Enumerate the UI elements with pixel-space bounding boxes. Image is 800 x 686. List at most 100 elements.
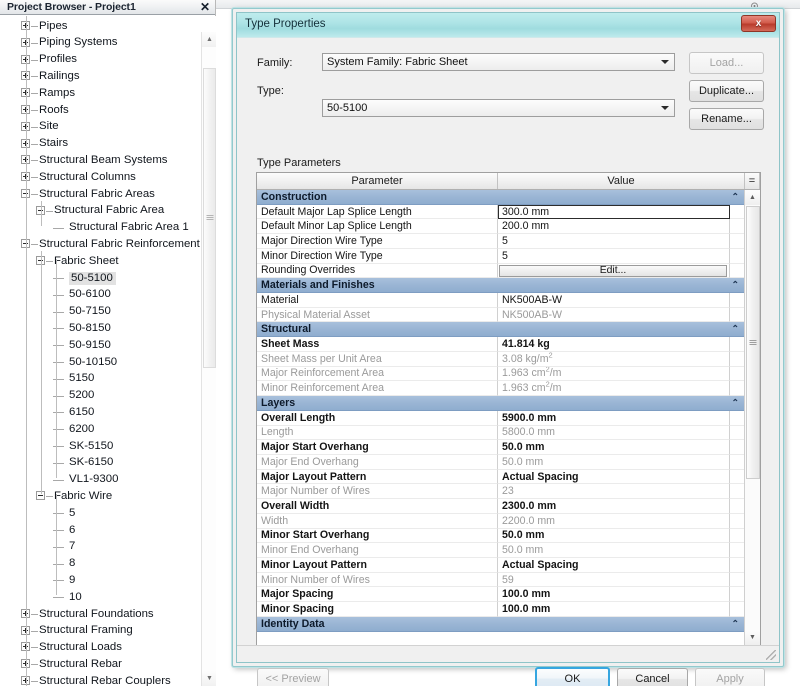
grid-row[interactable]: Overall Width2300.0 mm bbox=[257, 499, 745, 514]
grid-cell-lock[interactable] bbox=[730, 411, 745, 426]
grid-row[interactable]: Major End Overhang50.0 mm bbox=[257, 455, 745, 470]
tree-item[interactable]: Structural Fabric Areas bbox=[0, 186, 200, 203]
close-button[interactable]: x bbox=[741, 15, 776, 32]
tree-item[interactable]: Ramps bbox=[0, 85, 200, 102]
grid-cell-lock[interactable] bbox=[730, 484, 745, 499]
grid-section-header[interactable]: Structural⌃ bbox=[257, 322, 745, 337]
tree-item[interactable]: 7 bbox=[0, 539, 200, 556]
grid-section-header[interactable]: Construction⌃ bbox=[257, 190, 745, 205]
family-combobox[interactable]: System Family: Fabric Sheet bbox=[322, 53, 675, 71]
grid-cell-value[interactable]: 23 bbox=[498, 484, 730, 499]
scroll-up-icon[interactable]: ▲ bbox=[745, 190, 760, 205]
column-header-parameter[interactable]: Parameter bbox=[257, 173, 498, 189]
grid-cell-lock[interactable] bbox=[730, 440, 745, 455]
grid-cell-value[interactable]: 300.0 mm bbox=[498, 205, 730, 220]
grid-row[interactable]: Rounding OverridesEdit... bbox=[257, 264, 745, 279]
tree-item[interactable]: 6 bbox=[0, 522, 200, 539]
grid-cell-lock[interactable] bbox=[730, 234, 745, 249]
grid-row[interactable]: Overall Length5900.0 mm bbox=[257, 411, 745, 426]
grid-cell-lock[interactable] bbox=[730, 455, 745, 470]
grid-cell-lock[interactable] bbox=[730, 558, 745, 573]
tree-item[interactable]: 8 bbox=[0, 556, 200, 573]
tree-item[interactable]: Fabric Sheet bbox=[0, 253, 200, 270]
grid-row[interactable]: Minor Spacing100.0 mm bbox=[257, 602, 745, 617]
tree-item[interactable]: Structural Fabric Area bbox=[0, 203, 200, 220]
tree-item[interactable]: Structural Foundations bbox=[0, 606, 200, 623]
grid-cell-value[interactable]: 5900.0 mm bbox=[498, 411, 730, 426]
tree-item[interactable]: 9 bbox=[0, 572, 200, 589]
grid-row[interactable]: Minor End Overhang50.0 mm bbox=[257, 543, 745, 558]
grid-cell-lock[interactable] bbox=[730, 587, 745, 602]
grid-scrollbar[interactable]: ▲ ▼ bbox=[744, 190, 760, 645]
tree-item[interactable]: Stairs bbox=[0, 136, 200, 153]
grid-cell-value[interactable]: 100.0 mm bbox=[498, 602, 730, 617]
grid-cell-lock[interactable] bbox=[730, 293, 745, 308]
cancel-button[interactable]: Cancel bbox=[617, 668, 688, 686]
chevron-up-icon[interactable]: ⌃ bbox=[731, 281, 739, 290]
grid-row[interactable]: Default Minor Lap Splice Length200.0 mm bbox=[257, 219, 745, 234]
grid-cell-value[interactable]: 50.0 mm bbox=[498, 455, 730, 470]
grid-cell-value[interactable]: NK500AB-W bbox=[498, 308, 730, 323]
grid-section-header[interactable]: Materials and Finishes⌃ bbox=[257, 278, 745, 293]
grid-section-header[interactable]: Layers⌃ bbox=[257, 396, 745, 411]
grid-row[interactable]: MaterialNK500AB-W bbox=[257, 293, 745, 308]
tree-item[interactable]: 50-9150 bbox=[0, 337, 200, 354]
grid-row[interactable]: Major Reinforcement Area1.963 cm2/m bbox=[257, 367, 745, 382]
tree-item[interactable]: Railings bbox=[0, 68, 200, 85]
tree-item[interactable]: Structural Columns bbox=[0, 169, 200, 186]
grid-cell-value[interactable]: 5 bbox=[498, 234, 730, 249]
grid-cell-value[interactable]: 59 bbox=[498, 573, 730, 588]
grid-cell-lock[interactable] bbox=[730, 470, 745, 485]
grid-cell-value[interactable]: 5800.0 mm bbox=[498, 426, 730, 441]
tree-item[interactable]: 5150 bbox=[0, 371, 200, 388]
tree-item[interactable]: Structural Beam Systems bbox=[0, 152, 200, 169]
grid-cell-lock[interactable] bbox=[730, 264, 745, 279]
tree-item[interactable]: SK-5150 bbox=[0, 438, 200, 455]
grid-row[interactable]: Sheet Mass per Unit Area3.08 kg/m2 bbox=[257, 352, 745, 367]
load-button[interactable]: Load... bbox=[689, 52, 764, 74]
grid-row[interactable]: Major Number of Wires23 bbox=[257, 484, 745, 499]
scrollbar-thumb[interactable] bbox=[203, 68, 216, 368]
grid-cell-lock[interactable] bbox=[730, 529, 745, 544]
duplicate-button[interactable]: Duplicate... bbox=[689, 80, 764, 102]
tree-item[interactable]: Structural Fabric Area 1 bbox=[0, 220, 200, 237]
grid-cell-lock[interactable] bbox=[730, 514, 745, 529]
grid-cell-lock[interactable] bbox=[730, 308, 745, 323]
tree-item[interactable]: 50-10150 bbox=[0, 354, 200, 371]
grid-section-header[interactable]: Identity Data⌃ bbox=[257, 617, 745, 632]
tree-item[interactable]: 5200 bbox=[0, 388, 200, 405]
chevron-down-icon[interactable] bbox=[661, 106, 669, 110]
grid-cell-value[interactable]: 5 bbox=[498, 249, 730, 264]
chevron-up-icon[interactable]: ⌃ bbox=[731, 325, 739, 334]
tree-item[interactable]: Structural Rebar Couplers bbox=[0, 673, 200, 686]
grid-cell-value[interactable]: 2200.0 mm bbox=[498, 514, 730, 529]
grid-row[interactable]: Physical Material AssetNK500AB-W bbox=[257, 308, 745, 323]
tree-item[interactable]: Roofs bbox=[0, 102, 200, 119]
grid-row[interactable]: Major Spacing100.0 mm bbox=[257, 587, 745, 602]
grid-cell-lock[interactable] bbox=[730, 499, 745, 514]
scroll-up-icon[interactable]: ▲ bbox=[202, 32, 216, 47]
edit-button[interactable]: Edit... bbox=[499, 265, 727, 277]
tree-item[interactable]: 50-5100 bbox=[0, 270, 200, 287]
apply-button[interactable]: Apply bbox=[695, 668, 765, 686]
tree-item[interactable]: 50-6100 bbox=[0, 287, 200, 304]
grid-cell-lock[interactable] bbox=[730, 543, 745, 558]
grid-cell-lock[interactable] bbox=[730, 219, 745, 234]
grid-cell-value[interactable]: Edit... bbox=[498, 264, 730, 279]
grid-cell-value[interactable]: NK500AB-W bbox=[498, 293, 730, 308]
grid-cell-value[interactable]: 1.963 cm2/m bbox=[498, 381, 730, 396]
ok-button[interactable]: OK bbox=[535, 667, 610, 686]
column-header-lock[interactable]: = bbox=[745, 173, 760, 189]
tree-item[interactable]: Profiles bbox=[0, 52, 200, 69]
tree-item[interactable]: Fabric Wire bbox=[0, 488, 200, 505]
grid-row[interactable]: Length5800.0 mm bbox=[257, 426, 745, 441]
tree-item[interactable]: SK-6150 bbox=[0, 455, 200, 472]
grid-cell-lock[interactable] bbox=[730, 381, 745, 396]
scrollbar-thumb[interactable] bbox=[746, 206, 760, 479]
chevron-down-icon[interactable] bbox=[661, 60, 669, 64]
type-combobox[interactable]: 50-5100 bbox=[322, 99, 675, 117]
grid-cell-value[interactable]: 50.0 mm bbox=[498, 440, 730, 455]
tree-item[interactable]: Structural Rebar bbox=[0, 656, 200, 673]
grid-cell-value[interactable]: Actual Spacing bbox=[498, 470, 730, 485]
grid-row[interactable]: Sheet Mass41.814 kg bbox=[257, 337, 745, 352]
